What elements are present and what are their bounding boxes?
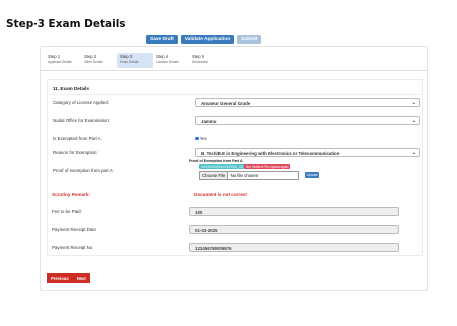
receipt-no-label: Payment Receipt No <box>52 245 93 250</box>
chevron-down-icon: ⌄ <box>411 150 416 156</box>
application-card: Step 1 Applicant Details Step 2 Other De… <box>40 46 428 291</box>
submit-button[interactable]: Submit <box>237 35 262 44</box>
next-button[interactable]: Next <box>72 273 90 283</box>
step-subtitle: Exam Details <box>120 59 139 64</box>
radio-selected-icon <box>195 136 199 141</box>
stepper: Step 1 Applicant Details Step 2 Other De… <box>45 53 225 68</box>
file-status: No file chosen <box>230 173 259 178</box>
fee-field: 100 <box>189 207 399 216</box>
step-subtitle: Other Details <box>84 59 103 64</box>
chevron-down-icon: ⌄ <box>411 118 416 124</box>
reason-label: Reason for Exemption: <box>53 150 98 155</box>
step-4[interactable]: Step 4 Location Details <box>153 53 189 68</box>
upload-button[interactable]: Upload <box>305 172 319 178</box>
chevron-down-icon: ⌄ <box>411 100 416 106</box>
nodal-office-select[interactable]: Jammu ⌄ <box>195 116 420 125</box>
previous-button[interactable]: Previous <box>47 273 73 283</box>
scrutiny-label: Scrutiny Remark: <box>52 192 91 197</box>
file-input[interactable]: Choose File No file chosen <box>199 171 299 180</box>
category-select[interactable]: Amateur General Grade ⌄ <box>195 98 420 107</box>
category-value: Amateur General Grade <box>201 100 251 106</box>
choose-file-button[interactable]: Choose File <box>200 172 229 179</box>
toolbar: Save Draft Validate Application Submit <box>146 35 262 44</box>
receipt-date-label: Payment Receipt Date <box>52 227 96 232</box>
step-3[interactable]: Step 3 Exam Details <box>117 53 153 68</box>
save-draft-button[interactable]: Save Draft <box>146 35 178 44</box>
category-label: Category of License Applied: <box>53 100 109 105</box>
form-navigation: Previous Next <box>47 273 90 283</box>
page-title: Step-3 Exam Details <box>6 18 126 30</box>
verification-warning-badge: Not Verified! Pls Upload again <box>244 164 291 169</box>
exempted-label: Is Exempted from Part A: <box>53 136 102 141</box>
step-5[interactable]: Step 5 Declaration <box>189 53 225 68</box>
step-2[interactable]: Step 2 Other Details <box>81 53 117 68</box>
proof-label: Proof of exemption from part A: <box>53 168 114 173</box>
stepper-divider <box>41 70 427 71</box>
step-subtitle: Applicant Details <box>48 59 72 64</box>
exempted-yes-label: Yes <box>199 136 207 141</box>
step-1[interactable]: Step 1 Applicant Details <box>45 53 81 68</box>
fee-label: Fee to be Paid: <box>52 209 82 214</box>
nodal-office-value: Jammu <box>201 118 217 124</box>
step-subtitle: Declaration <box>192 59 209 64</box>
reason-value: B. Tech/B.E in Engineering with Electron… <box>201 150 340 156</box>
scrutiny-remark: Document is not correct <box>194 192 247 197</box>
receipt-date-field: 01-03-2025 <box>189 225 399 234</box>
nodal-office-label: Nodal Office for Examination: <box>53 118 111 123</box>
section-divider <box>48 94 422 95</box>
proof-title: Proof of Exemption from Part A <box>189 159 243 163</box>
step-subtitle: Location Details <box>156 59 179 64</box>
receipt-no-field: 123456789009876 <box>189 243 399 252</box>
section-title: 11. Exam Details <box>53 86 90 91</box>
validate-application-button[interactable]: Validate Application <box>180 35 235 44</box>
reason-select[interactable]: B. Tech/B.E in Engineering with Electron… <box>195 148 420 157</box>
exempted-yes-radio[interactable]: Yes <box>195 136 207 141</box>
